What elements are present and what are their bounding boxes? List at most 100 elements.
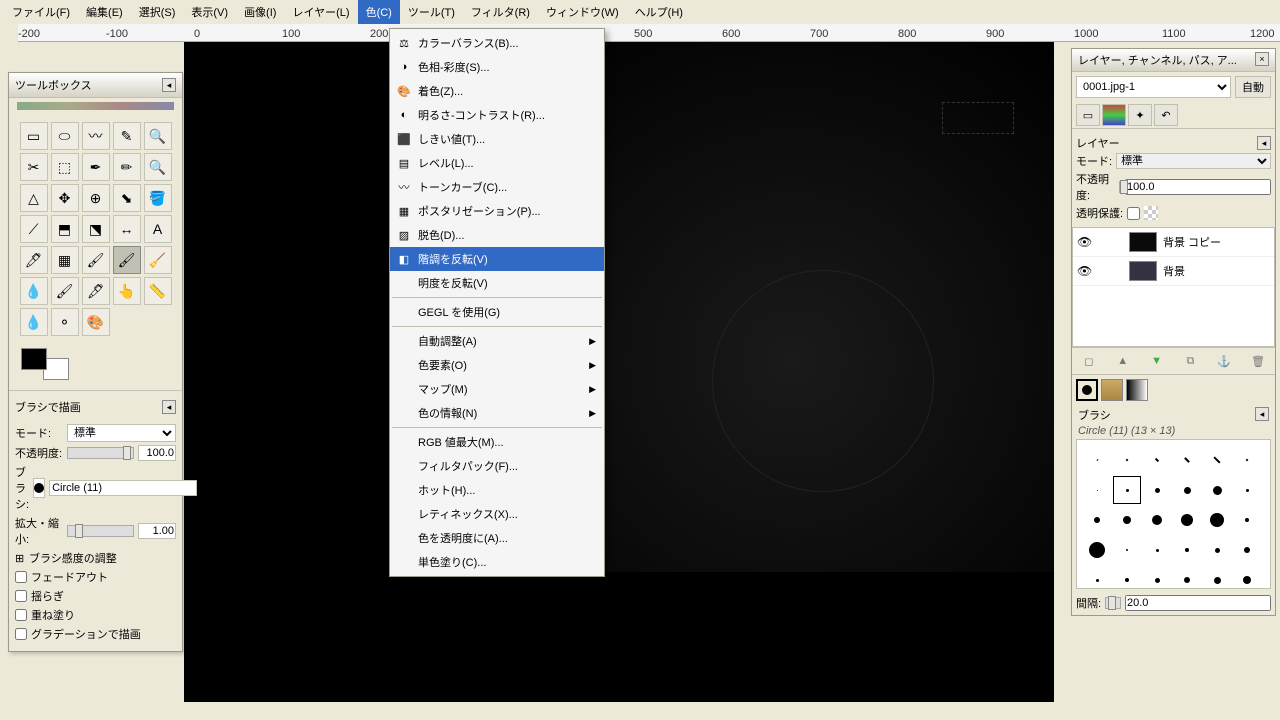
menu-item-1[interactable]: ◑色相-彩度(S)...	[390, 55, 604, 79]
brush-cell[interactable]	[1203, 476, 1231, 504]
tool-31[interactable]: ⚬	[51, 308, 79, 336]
tool-22[interactable]: 🖌	[82, 246, 110, 274]
menu-item-14[interactable]: 自動調整(A)▶	[390, 329, 604, 353]
tool-28[interactable]: 👆	[113, 277, 141, 305]
tool-11[interactable]: ✥	[51, 184, 79, 212]
tool-27[interactable]: 🖋	[82, 277, 110, 305]
brush-cell[interactable]	[1083, 536, 1111, 564]
brush-cell[interactable]	[1143, 446, 1171, 474]
tool-17[interactable]: ⬔	[82, 215, 110, 243]
mode-select[interactable]: 標準	[67, 424, 176, 442]
tool-26[interactable]: 🖌	[51, 277, 79, 305]
brush-preview[interactable]	[33, 478, 45, 498]
gradient-check[interactable]	[15, 628, 27, 640]
tool-20[interactable]: 🖊	[20, 246, 48, 274]
menu-3[interactable]: 表示(V)	[183, 0, 236, 24]
menu-item-17[interactable]: 色の情報(N)▶	[390, 401, 604, 425]
layer-new-icon[interactable]: ◻	[1080, 352, 1098, 370]
menu-item-2[interactable]: 🎨着色(Z)...	[390, 79, 604, 103]
brush-cell[interactable]	[1233, 566, 1261, 594]
tab-undo-icon[interactable]: ↶	[1154, 104, 1178, 126]
brush-cell[interactable]	[1143, 566, 1171, 594]
menu-item-12[interactable]: GEGL を使用(G)	[390, 300, 604, 324]
opacity-value[interactable]	[138, 445, 176, 461]
auto-button[interactable]: 自動	[1235, 76, 1271, 98]
menu-item-3[interactable]: ◐明るさ-コントラスト(R)...	[390, 103, 604, 127]
menu-item-16[interactable]: マップ(M)▶	[390, 377, 604, 401]
tool-5[interactable]: ✂	[20, 153, 48, 181]
brush-cell[interactable]	[1173, 476, 1201, 504]
tool-13[interactable]: ⬊	[113, 184, 141, 212]
brush-cell[interactable]	[1083, 566, 1111, 594]
tool-23[interactable]: 🖌	[113, 246, 141, 274]
tool-6[interactable]: ⬚	[51, 153, 79, 181]
brush-tab-gradient[interactable]	[1126, 379, 1148, 401]
brush-cell[interactable]	[1173, 566, 1201, 594]
brush-name[interactable]	[49, 480, 197, 496]
brush-tab-pattern[interactable]	[1101, 379, 1123, 401]
menu-item-24[interactable]: 単色塗り(C)...	[390, 550, 604, 574]
tool-25[interactable]: 💧	[20, 277, 48, 305]
menu-6[interactable]: 色(C)	[358, 0, 400, 24]
brush-cell[interactable]	[1233, 446, 1261, 474]
brush-cell[interactable]	[1113, 446, 1141, 474]
visibility-icon[interactable]: 👁	[1077, 235, 1091, 249]
tool-24[interactable]: 🧹	[144, 246, 172, 274]
layer-dup-icon[interactable]: ⧉	[1181, 352, 1199, 370]
tool-14[interactable]: 🪣	[144, 184, 172, 212]
layer-anchor-icon[interactable]: ⚓	[1215, 352, 1233, 370]
tool-12[interactable]: ⊕	[82, 184, 110, 212]
scale-value[interactable]	[138, 523, 176, 539]
image-select[interactable]: 0001.jpg-1	[1076, 76, 1231, 98]
menu-item-6[interactable]: 〰トーンカーブ(C)...	[390, 175, 604, 199]
brush-cell[interactable]	[1233, 506, 1261, 534]
layer-down-icon[interactable]: ▼	[1148, 352, 1166, 370]
brush-panel-menu-icon[interactable]: ◂	[1255, 407, 1269, 421]
menu-item-9[interactable]: ◧階調を反転(V)	[390, 247, 604, 271]
layer-mode-select[interactable]: 標準	[1116, 153, 1271, 169]
menu-7[interactable]: ツール(T)	[400, 0, 463, 24]
incremental-check[interactable]	[15, 609, 27, 621]
brush-cell[interactable]	[1113, 476, 1141, 504]
tool-0[interactable]: ▭	[20, 122, 48, 150]
tool-9[interactable]: 🔍	[144, 153, 172, 181]
tool-options-menu-icon[interactable]: ◂	[162, 400, 176, 414]
menu-item-7[interactable]: ▦ポスタリゼーション(P)...	[390, 199, 604, 223]
spacing-value[interactable]	[1125, 595, 1271, 611]
layer-up-icon[interactable]: ▲	[1114, 352, 1132, 370]
menu-5[interactable]: レイヤー(L)	[284, 0, 357, 24]
menu-item-0[interactable]: ⚖カラーバランス(B)...	[390, 31, 604, 55]
spacing-slider[interactable]	[1105, 597, 1121, 609]
visibility-icon[interactable]: 👁	[1077, 264, 1091, 278]
layer-opacity-value[interactable]	[1125, 179, 1271, 195]
layer-row[interactable]: 👁背景	[1073, 257, 1274, 286]
tool-21[interactable]: ▦	[51, 246, 79, 274]
tool-29[interactable]: 📏	[144, 277, 172, 305]
menu-4[interactable]: 画像(I)	[236, 0, 284, 24]
tool-30[interactable]: 💧	[20, 308, 48, 336]
brush-cell[interactable]	[1173, 536, 1201, 564]
brush-cell[interactable]	[1083, 506, 1111, 534]
brush-cell[interactable]	[1173, 506, 1201, 534]
layer-name[interactable]: 背景 コピー	[1163, 234, 1221, 250]
menu-item-22[interactable]: レティネックス(X)...	[390, 502, 604, 526]
brush-cell[interactable]	[1203, 506, 1231, 534]
tool-10[interactable]: △	[20, 184, 48, 212]
menu-item-21[interactable]: ホット(H)...	[390, 478, 604, 502]
menu-8[interactable]: フィルタ(R)	[463, 0, 538, 24]
tab-layers-icon[interactable]: ▭	[1076, 104, 1100, 126]
brush-cell[interactable]	[1113, 566, 1141, 594]
menu-item-10[interactable]: 明度を反転(V)	[390, 271, 604, 295]
lock-alpha-check[interactable]	[1127, 207, 1140, 220]
menu-item-15[interactable]: 色要素(O)▶	[390, 353, 604, 377]
brush-cell[interactable]	[1143, 506, 1171, 534]
menu-9[interactable]: ウィンドウ(W)	[538, 0, 627, 24]
fg-bg-swatch[interactable]	[21, 348, 69, 380]
menu-item-23[interactable]: 色を透明度に(A)...	[390, 526, 604, 550]
layer-del-icon[interactable]: 🗑	[1249, 352, 1267, 370]
tool-19[interactable]: A	[144, 215, 172, 243]
tab-channels-icon[interactable]	[1102, 104, 1126, 126]
brush-cell[interactable]	[1113, 506, 1141, 534]
brush-cell[interactable]	[1233, 476, 1261, 504]
brush-tab-circle[interactable]	[1076, 379, 1098, 401]
